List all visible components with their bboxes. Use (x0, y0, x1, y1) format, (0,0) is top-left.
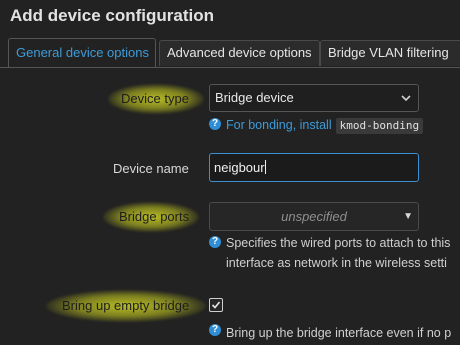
help-icon: ? (209, 118, 221, 130)
bridge-ports-help-line1: Specifies the wired ports to attach to t… (226, 236, 451, 250)
bring-up-empty-bridge-label: Bring up empty bridge (62, 298, 190, 313)
bridge-ports-placeholder: unspecified (281, 209, 347, 224)
device-name-value: neigbour (214, 160, 265, 175)
tab-advanced-device-options[interactable]: Advanced device options (159, 40, 320, 66)
bring-up-empty-bridge-checkbox[interactable] (209, 298, 223, 312)
bring-up-empty-bridge-help: Bring up the bridge interface even if no… (226, 326, 452, 340)
tab-bar: General device options Advanced device o… (8, 38, 460, 68)
dropdown-arrow-icon: ▼ (403, 211, 413, 222)
tab-bridge-vlan-filtering[interactable]: Bridge VLAN filtering (320, 40, 460, 66)
bridge-ports-dropdown[interactable]: unspecified ▼ (209, 202, 419, 231)
tab-general-device-options[interactable]: General device options (8, 38, 156, 68)
dialog: Add device configuration General device … (0, 0, 460, 345)
install-bonding-link[interactable]: For bonding, install (226, 118, 332, 132)
tab-divider (0, 67, 460, 68)
device-type-help: For bonding, install kmod-bonding (226, 115, 424, 135)
text-caret (264, 160, 266, 174)
device-name-input[interactable]: neigbour (209, 153, 419, 182)
device-type-select[interactable]: Bridge device (209, 84, 419, 112)
help-icon: ? (209, 324, 221, 336)
device-type-label: Device type (121, 91, 189, 106)
help-icon: ? (209, 236, 221, 248)
package-name-code: kmod-bonding (335, 118, 424, 134)
device-name-label: Device name (113, 161, 189, 176)
checkmark-icon (211, 301, 221, 309)
dialog-title: Add device configuration (10, 6, 215, 25)
bridge-ports-help-line2: interface as network in the wireless set… (226, 256, 447, 270)
bridge-ports-label: Bridge ports (119, 209, 190, 224)
device-type-value: Bridge device (215, 90, 294, 105)
